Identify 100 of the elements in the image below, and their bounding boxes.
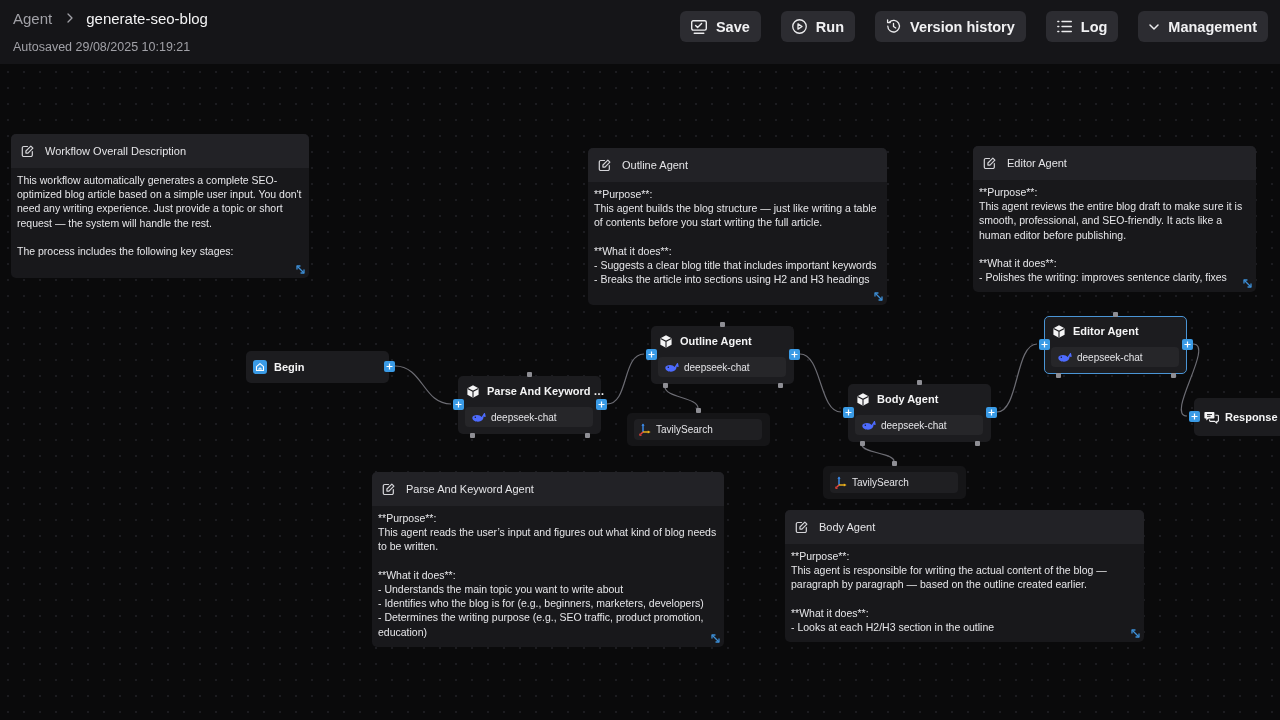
log-button[interactable]: Log [1045,11,1119,42]
plus-handle-icon[interactable] [1038,338,1050,350]
play-circle-icon [791,19,807,34]
fish-icon [1058,352,1072,362]
autosave-status: Autosaved 29/08/2025 10:19:21 [13,39,192,55]
connector-line [606,353,645,405]
resize-arrow-icon[interactable] [296,265,305,274]
note-text: The process includes the following key stages: [17,244,235,259]
note-text: **What it does**: [979,256,1058,271]
plus-handle-icon[interactable] [1188,410,1200,422]
run-button[interactable]: Run [780,11,855,42]
note-text: - Understands the main topic you want to write about [378,582,625,597]
agent-node[interactable]: Outline Agent deepseek-chat [651,326,794,384]
model-name: deepseek-chat [1077,351,1143,363]
node-title: Outline Agent [680,335,752,347]
resize-arrow-icon[interactable] [711,633,720,643]
note-text: **What it does**: [791,605,870,620]
model-name: deepseek-chat [684,361,750,373]
cube-icon [467,384,479,398]
cube-icon [660,334,672,348]
begin-node[interactable]: Begin [246,351,389,383]
note-text: This workflow automatically generates a complete SEO-optimized blog article based on a simple user input. You don't need any writing experience. Just provide a topic or short request — the system will handle the rest. [17,173,303,230]
page-title: generate-seo-blog [86,9,208,27]
monitor-check-icon [690,19,707,34]
resize-arrow-icon[interactable] [874,292,883,301]
edit-note-icon [598,158,611,172]
connector-line [861,444,895,462]
note-text: **Purpose**: [594,187,654,202]
history-icon [886,19,901,34]
tool-name: TavilySearch [656,424,713,435]
agent-node[interactable]: Editor Agent deepseek-chat [1044,316,1187,374]
plus-handle-icon[interactable] [383,360,395,372]
model-chip[interactable]: deepseek-chat [855,415,983,435]
save-button[interactable]: Save [679,11,761,42]
chevron-down-icon [1149,23,1160,30]
chevron-right-icon [67,13,74,23]
arrows-icon [639,423,651,436]
message-node[interactable]: Response [1194,398,1280,436]
resize-arrow-icon[interactable] [1131,629,1140,639]
chat-bubbles-icon [1204,410,1219,424]
tool-chip[interactable]: TavilySearch [830,472,958,493]
cube-icon [857,392,869,406]
note-text: - Looks at each H2/H3 section in the outline [791,620,996,635]
note-text: - Breaks the article into sections using H2 and H3 headings [594,272,871,287]
connector-line [664,386,699,409]
note-text: This agent reviews the entire blog draft to make sure it is smooth, professional, and SEO-friendly. It acts like a human editor before publishing. [979,199,1244,242]
edit-note-icon [795,520,808,534]
note-text: **Purpose**: [791,549,851,564]
note-title: Editor Agent [1007,157,1067,169]
note-text: **What it does**: [594,243,673,258]
node-title: Begin [274,361,305,373]
note-text: - Suggests a clear blog title that includes important keywords [594,258,878,273]
model-chip[interactable]: deepseek-chat [1051,347,1179,367]
tool-name: TavilySearch [852,477,909,488]
tool-chip[interactable]: TavilySearch [634,419,762,440]
note-text: **What it does**: [378,567,457,582]
fish-icon [665,362,679,372]
tool-node[interactable]: TavilySearch [627,413,770,446]
plus-handle-icon[interactable] [595,398,607,410]
note-text: **Purpose**: [378,511,438,526]
connector-line [394,365,452,405]
plus-handle-icon[interactable] [842,406,854,418]
node-title: Editor Agent [1073,325,1139,337]
note-text: This agent is responsible for writing the actual content of the blog — paragraph by paragraph — based on the outline created earlier. [791,563,1108,592]
node-title: Response [1225,411,1278,423]
plus-handle-icon[interactable] [645,348,657,360]
tool-node[interactable]: TavilySearch [823,466,966,499]
connector-line [799,353,842,413]
note-title: Workflow Overall Description [45,145,186,157]
plus-handle-icon[interactable] [985,406,997,418]
note-text: **Purpose**: [979,185,1039,200]
fish-icon [862,420,876,430]
note-title: Body Agent [819,521,876,533]
connector-line [996,343,1038,413]
note-title: Outline Agent [622,159,689,171]
version-history-button[interactable]: Version history [875,11,1026,42]
house-tile-icon [253,360,267,374]
note-title: Parse And Keyword Agent [406,483,534,495]
fish-icon [472,412,486,422]
plus-handle-icon[interactable] [1181,338,1193,350]
model-chip[interactable]: deepseek-chat [465,407,593,427]
cube-icon [1053,324,1065,338]
note-text: This agent builds the blog structure — just like writing a table of contents before you start writing the full article. [594,201,878,230]
list-icon [1056,20,1072,33]
model-chip[interactable]: deepseek-chat [658,357,786,377]
plus-handle-icon[interactable] [452,398,464,410]
agent-node[interactable]: Body Agent deepseek-chat [848,384,991,442]
note-text: - Polishes the writing: improves sentence clarity, fixes [979,270,1228,285]
edit-note-icon [21,144,34,158]
edit-note-icon [382,482,395,496]
arrows-icon [835,476,847,489]
edit-note-icon [983,156,996,170]
breadcrumb-link[interactable]: Agent [13,9,53,27]
node-title: Body Agent [877,393,939,405]
plus-handle-icon[interactable] [788,348,800,360]
management-button[interactable]: Management [1138,11,1268,42]
resize-arrow-icon[interactable] [1243,279,1252,289]
note-text: - Determines the writing purpose (e.g., SEO traffic, product promotion, education) [378,610,705,639]
model-name: deepseek-chat [881,419,947,431]
model-name: deepseek-chat [491,411,557,423]
